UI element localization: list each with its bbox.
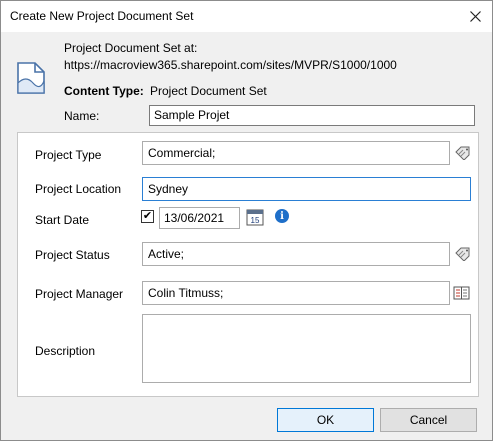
start-date-field[interactable]: 13/06/2021 bbox=[159, 207, 240, 229]
close-button[interactable] bbox=[458, 1, 492, 32]
close-icon bbox=[469, 11, 481, 22]
document-icon bbox=[17, 62, 45, 94]
description-label: Description bbox=[35, 344, 96, 358]
tags-icon[interactable] bbox=[455, 247, 471, 261]
name-input[interactable]: Sample Projet bbox=[149, 105, 475, 126]
description-field[interactable] bbox=[142, 314, 471, 383]
name-label: Name: bbox=[64, 109, 100, 123]
project-status-label: Project Status bbox=[35, 248, 110, 262]
create-document-set-dialog: Create New Project Document Set Project … bbox=[0, 0, 493, 441]
content-type-value: Project Document Set bbox=[150, 84, 267, 98]
start-date-checkbox[interactable]: ✔ bbox=[141, 210, 154, 223]
start-date-label: Start Date bbox=[35, 213, 90, 227]
project-type-field[interactable]: Commercial; bbox=[142, 141, 450, 165]
location-url: https://macroview365.sharepoint.com/site… bbox=[64, 58, 397, 72]
ok-button[interactable]: OK bbox=[277, 408, 374, 432]
project-status-field[interactable]: Active; bbox=[142, 242, 450, 266]
cancel-button[interactable]: Cancel bbox=[380, 408, 477, 432]
window-title: Create New Project Document Set bbox=[10, 9, 194, 23]
location-label: Project Document Set at: bbox=[64, 41, 198, 55]
calendar-icon[interactable]: 15 bbox=[246, 208, 264, 226]
project-location-field[interactable]: Sydney bbox=[142, 177, 471, 201]
content-type-label: Content Type: bbox=[64, 84, 144, 98]
address-book-icon[interactable] bbox=[453, 286, 470, 300]
project-manager-label: Project Manager bbox=[35, 287, 124, 301]
info-icon[interactable]: i bbox=[275, 209, 289, 223]
tags-icon[interactable] bbox=[455, 146, 471, 160]
project-location-label: Project Location bbox=[35, 182, 122, 196]
project-manager-field[interactable]: Colin Titmuss; bbox=[142, 281, 450, 305]
svg-text:15: 15 bbox=[251, 216, 260, 225]
title-bar: Create New Project Document Set bbox=[1, 1, 492, 32]
project-type-label: Project Type bbox=[35, 148, 102, 162]
